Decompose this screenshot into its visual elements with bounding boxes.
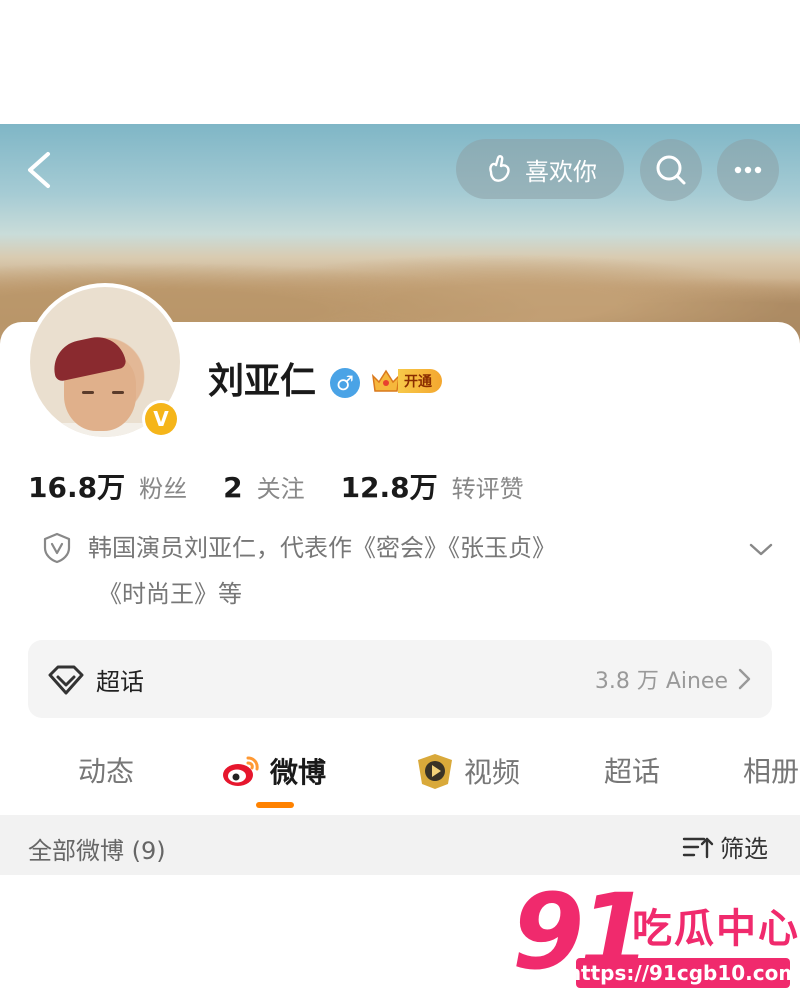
tab-video[interactable]: 视频 [414,750,520,792]
search-icon [656,155,686,185]
like-you-button[interactable]: 喜欢你 [456,139,624,199]
vip-open-label: 开通 [398,369,442,393]
back-button[interactable] [20,148,60,192]
tab-super-topic[interactable]: 超话 [604,750,660,790]
stat-following[interactable]: 2 关注 [223,469,304,504]
more-dots-icon [734,166,762,174]
profile-stats: 16.8万 粉丝 2 关注 12.8万 转评赞 [28,466,560,506]
profile-name: 刘亚仁 [208,361,317,402]
tab-dynamics[interactable]: 动态 [78,750,134,790]
super-topic-label: 超话 [96,667,144,696]
watermark-url: https://91cgb10.com [567,958,799,988]
filter-sort-icon [682,837,714,858]
bio-line-1: 韩国演员刘亚仁，代表作《密会》《张玉贞》 [88,534,556,562]
stat-reposts-comments-likes[interactable]: 12.8万 转评赞 [341,466,524,506]
chevron-right-icon [738,668,751,690]
tab-weibo[interactable]: 微博 [220,750,326,792]
vip-open-badge[interactable]: 开通 [370,366,442,396]
chevron-down-icon[interactable] [746,534,776,564]
verified-shield-icon [43,532,71,564]
more-button[interactable] [717,139,779,201]
weibo-logo-icon [223,756,259,786]
filter-button[interactable]: 筛选 [682,829,768,864]
watermark-logo: 91 吃瓜中心 https://91cgb10.com [512,878,799,994]
like-you-label: 喜欢你 [525,157,597,186]
all-weibo-count: 全部微博 (9) [28,837,166,865]
super-topic-count: 3.8 万 Ainee [594,669,728,694]
filter-bar: 全部微博 (9) 筛选 [0,815,800,875]
gender-male-icon: ♂ [330,368,360,398]
video-badge-icon [418,754,452,789]
bio-line-2: 《时尚王》等 [98,580,242,608]
profile-tabs: 动态 微博 视频 超话 相册 [0,740,800,815]
chevron-left-icon [28,152,50,188]
super-topic-row[interactable]: 超话 3.8 万 Ainee [28,640,772,718]
watermark-text: 吃瓜中心 [632,906,800,952]
stat-fans[interactable]: 16.8万 粉丝 [28,466,187,506]
verified-badge-icon: V [142,400,180,438]
diamond-icon [48,665,84,695]
search-button[interactable] [640,139,702,201]
tab-album[interactable]: 相册 [743,750,799,790]
active-tab-indicator [256,802,294,808]
finger-heart-icon [489,155,510,182]
